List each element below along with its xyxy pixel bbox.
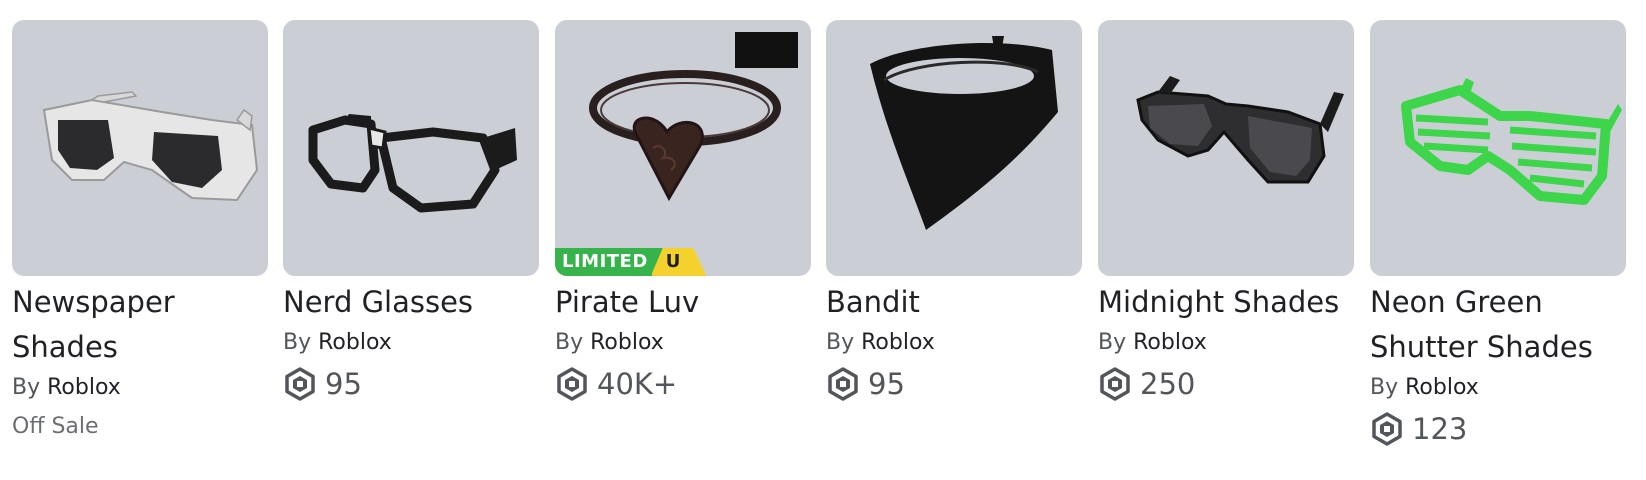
item-name[interactable]: Neon Green Shutter Shades <box>1370 280 1626 370</box>
newspaper-shades-icon <box>42 91 259 202</box>
item-name[interactable]: Midnight Shades <box>1098 280 1354 325</box>
neon-green-shutter-shades-icon <box>1401 78 1622 205</box>
off-sale-label: Off Sale <box>12 414 99 439</box>
by-label: By <box>826 330 855 355</box>
item-creator: By Roblox <box>826 328 1082 358</box>
item-thumbnail[interactable] <box>283 20 539 276</box>
by-label: By <box>1098 330 1127 355</box>
price-value: 40K+ <box>597 367 678 401</box>
midnight-shades-icon <box>1136 76 1344 184</box>
item-creator: By Roblox <box>283 328 539 358</box>
limited-u-label: U <box>651 248 707 276</box>
catalog-grid: Newspaper Shades By Roblox Off Sale Nerd… <box>0 0 1646 480</box>
nerd-glasses-icon <box>308 114 517 213</box>
by-label: By <box>555 330 584 355</box>
item-name[interactable]: Nerd Glasses <box>283 280 539 325</box>
item-thumbnail[interactable] <box>1370 20 1626 276</box>
item-thumbnail[interactable] <box>1098 20 1354 276</box>
limited-badge: LIMITED U <box>555 248 707 276</box>
item-price: 250 <box>1098 367 1354 401</box>
bandit-icon <box>870 36 1058 230</box>
price-value: 95 <box>868 367 905 401</box>
by-label: By <box>12 375 41 400</box>
item-name[interactable]: Newspaper Shades <box>12 280 268 370</box>
item-thumbnail[interactable] <box>826 20 1082 276</box>
robux-icon <box>1370 412 1404 446</box>
item-card-midnight-shades[interactable]: Midnight Shades By Roblox 250 <box>1098 20 1354 401</box>
item-creator: By Roblox <box>1370 373 1626 403</box>
item-card-newspaper-shades[interactable]: Newspaper Shades By Roblox Off Sale <box>12 20 268 442</box>
item-card-nerd-glasses[interactable]: Nerd Glasses By Roblox 95 <box>283 20 539 401</box>
creator-link[interactable]: Roblox <box>47 375 121 400</box>
price-value: 250 <box>1140 367 1196 401</box>
item-price: 123 <box>1370 412 1626 446</box>
creator-link[interactable]: Roblox <box>1133 330 1207 355</box>
creator-link[interactable]: Roblox <box>318 330 392 355</box>
by-label: By <box>1370 375 1399 400</box>
robux-icon <box>826 367 860 401</box>
item-card-bandit[interactable]: Bandit By Roblox 95 <box>826 20 1082 401</box>
robux-icon <box>555 367 589 401</box>
item-thumbnail[interactable]: LIMITED U <box>555 20 811 276</box>
item-price: 95 <box>283 367 539 401</box>
item-card-pirate-luv[interactable]: LIMITED U Pirate Luv By Roblox 40K+ <box>555 20 811 401</box>
item-price: 40K+ <box>555 367 811 401</box>
robux-icon <box>283 367 317 401</box>
creator-link[interactable]: Roblox <box>1405 375 1479 400</box>
price-value: 95 <box>325 367 362 401</box>
item-creator: By Roblox <box>1098 328 1354 358</box>
item-thumbnail[interactable] <box>12 20 268 276</box>
item-creator: By Roblox <box>12 373 268 403</box>
item-name[interactable]: Bandit <box>826 280 1082 325</box>
item-price: 95 <box>826 367 1082 401</box>
creator-link[interactable]: Roblox <box>861 330 935 355</box>
limited-label: LIMITED <box>555 248 652 276</box>
item-name[interactable]: Pirate Luv <box>555 280 811 325</box>
creator-link[interactable]: Roblox <box>590 330 664 355</box>
price-value: 123 <box>1412 412 1468 446</box>
redacted-box <box>735 32 798 68</box>
robux-icon <box>1098 367 1132 401</box>
item-creator: By Roblox <box>555 328 811 358</box>
by-label: By <box>283 330 312 355</box>
item-card-neon-green-shutter-shades[interactable]: Neon Green Shutter Shades By Roblox 123 <box>1370 20 1626 446</box>
